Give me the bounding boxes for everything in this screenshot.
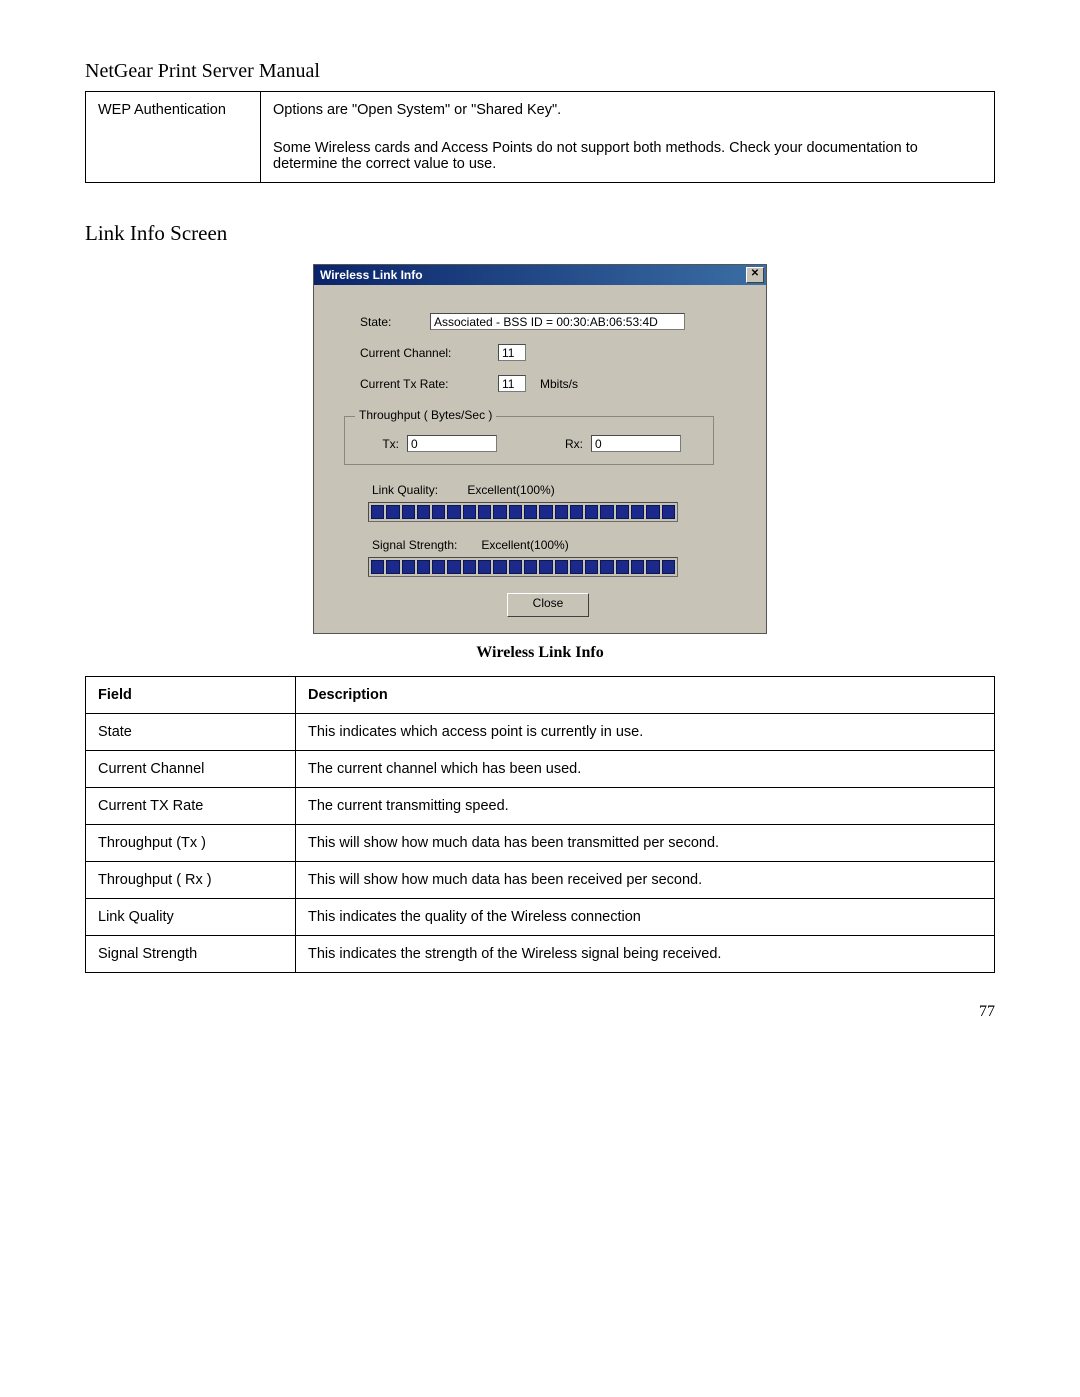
field-name: Link Quality: [86, 899, 296, 936]
field-description: This indicates the quality of the Wirele…: [296, 899, 995, 936]
wep-auth-label: WEP Authentication: [86, 92, 261, 183]
field-name: State: [86, 714, 296, 751]
wep-auth-desc-line2: Some Wireless cards and Access Points do…: [273, 140, 982, 172]
table-row: Current TX RateThe current transmitting …: [86, 788, 995, 825]
current-txrate-label: Current Tx Rate:: [360, 377, 498, 391]
field-description: The current channel which has been used.: [296, 751, 995, 788]
state-label: State:: [360, 315, 430, 329]
current-channel-field: 11: [498, 344, 526, 361]
field-description: This will show how much data has been tr…: [296, 825, 995, 862]
wep-auth-table: WEP Authentication Options are "Open Sys…: [85, 91, 995, 183]
dialog-titlebar: Wireless Link Info ✕: [314, 265, 766, 285]
tx-field: 0: [407, 435, 497, 452]
field-description: This will show how much data has been re…: [296, 862, 995, 899]
link-quality-value: Excellent(100%): [467, 483, 554, 497]
rx-label: Rx:: [547, 437, 583, 451]
dialog-title: Wireless Link Info: [320, 268, 746, 282]
throughput-legend: Throughput ( Bytes/Sec ): [355, 408, 496, 422]
throughput-groupbox: Throughput ( Bytes/Sec ) Tx: 0 Rx: 0: [344, 416, 714, 465]
section-heading: Link Info Screen: [85, 221, 995, 246]
wep-auth-desc-line1: Options are "Open System" or "Shared Key…: [273, 102, 982, 118]
table-row: Throughput (Tx )This will show how much …: [86, 825, 995, 862]
field-name: Current Channel: [86, 751, 296, 788]
field-name: Throughput (Tx ): [86, 825, 296, 862]
table-header-description: Description: [296, 677, 995, 714]
signal-strength-value: Excellent(100%): [481, 538, 568, 552]
table-header-field: Field: [86, 677, 296, 714]
table-row: Throughput ( Rx )This will show how much…: [86, 862, 995, 899]
field-description: This indicates the strength of the Wirel…: [296, 936, 995, 973]
page-number: 77: [85, 1003, 995, 1021]
signal-strength-label: Signal Strength:: [372, 538, 478, 552]
field-description: This indicates which access point is cur…: [296, 714, 995, 751]
close-icon[interactable]: ✕: [746, 267, 764, 283]
txrate-unit: Mbits/s: [540, 377, 578, 391]
close-button[interactable]: Close: [507, 593, 589, 617]
rx-field: 0: [591, 435, 681, 452]
field-description: The current transmitting speed.: [296, 788, 995, 825]
link-quality-label: Link Quality:: [372, 483, 464, 497]
field-name: Current TX Rate: [86, 788, 296, 825]
field-description-table: Field Description StateThis indicates wh…: [85, 676, 995, 973]
table-row: Link QualityThis indicates the quality o…: [86, 899, 995, 936]
wireless-link-info-dialog: Wireless Link Info ✕ State: Associated -…: [313, 264, 767, 634]
link-quality-meter: [368, 502, 678, 522]
document-title: NetGear Print Server Manual: [85, 60, 995, 83]
signal-strength-meter: [368, 557, 678, 577]
wep-auth-desc: Options are "Open System" or "Shared Key…: [261, 92, 995, 183]
tx-label: Tx:: [363, 437, 399, 451]
field-name: Throughput ( Rx ): [86, 862, 296, 899]
current-txrate-field: 11: [498, 375, 526, 392]
figure-caption: Wireless Link Info: [85, 644, 995, 662]
current-channel-label: Current Channel:: [360, 346, 498, 360]
table-row: Signal StrengthThis indicates the streng…: [86, 936, 995, 973]
table-row: StateThis indicates which access point i…: [86, 714, 995, 751]
field-name: Signal Strength: [86, 936, 296, 973]
state-field: Associated - BSS ID = 00:30:AB:06:53:4D: [430, 313, 685, 330]
table-row: Current ChannelThe current channel which…: [86, 751, 995, 788]
